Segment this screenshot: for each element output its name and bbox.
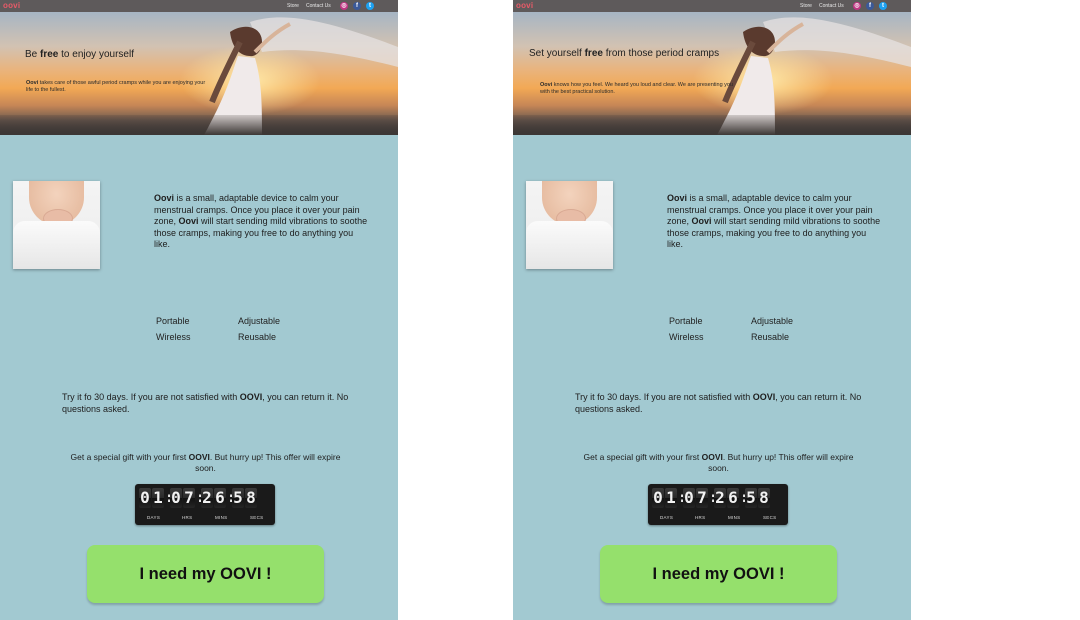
hero-ground	[0, 115, 398, 135]
timer-digit: 6	[214, 488, 226, 508]
timer-label-minutes: MINS	[728, 515, 741, 520]
instagram-icon[interactable]: ◎	[340, 2, 348, 10]
product-description: Oovi is a small, adaptable device to cal…	[154, 193, 368, 249]
top-nav-bar: oovi Store Contact Us ◎ f t	[0, 0, 398, 12]
timer-digit: 0	[652, 488, 664, 508]
timer-digit: 0	[139, 488, 151, 508]
trial-text: Try it fo 30 days. If you are not satisf…	[62, 392, 349, 414]
hero-banner: Be free to enjoy yourself Oovi takes car…	[0, 12, 398, 135]
product-photo	[526, 181, 613, 269]
hero-subtitle: Oovi takes care of those awful period cr…	[26, 80, 206, 93]
nav-contact-link[interactable]: Contact Us	[819, 3, 844, 9]
countdown-timer: 0 1 : 0 7 : 2 6 : 5 8 DAYS HRS MINS SECS	[135, 484, 275, 525]
timer-digit: 5	[745, 488, 757, 508]
feature-portable: Portable	[669, 316, 703, 326]
nav-contact-link[interactable]: Contact Us	[306, 3, 331, 9]
timer-digit: 2	[201, 488, 213, 508]
hero-title: Be free to enjoy yourself	[25, 49, 134, 60]
timer-digit: 2	[714, 488, 726, 508]
instagram-icon[interactable]: ◎	[853, 2, 861, 10]
timer-label-days: DAYS	[660, 515, 674, 520]
timer-digit: 8	[758, 488, 770, 508]
timer-label-minutes: MINS	[215, 515, 228, 520]
timer-digit: 1	[152, 488, 164, 508]
hero-banner: Set yourself free from those period cram…	[513, 12, 911, 135]
hero-subtitle: Oovi knows how you feel. We heard you lo…	[540, 82, 734, 95]
timer-label-hours: HRS	[182, 515, 193, 520]
timer-label-hours: HRS	[695, 515, 706, 520]
gift-offer-text: Get a special gift with your first OOVI.…	[70, 452, 341, 473]
product-description: Oovi is a small, adaptable device to cal…	[667, 193, 881, 249]
hero-title: Set yourself free from those period cram…	[529, 48, 720, 59]
trial-text: Try it fo 30 days. If you are not satisf…	[575, 392, 862, 414]
timer-digit: 0	[170, 488, 182, 508]
feature-wireless: Wireless	[156, 332, 191, 342]
landing-variant-a: oovi Store Contact Us ◎ f t Be free to e…	[0, 0, 398, 620]
hero-ground	[513, 115, 911, 135]
twitter-icon[interactable]: t	[879, 2, 887, 10]
nav-store-link[interactable]: Store	[800, 3, 812, 9]
timer-digit: 8	[245, 488, 257, 508]
feature-wireless: Wireless	[669, 332, 704, 342]
top-nav-bar: oovi Store Contact Us ◎ f t	[513, 0, 911, 12]
countdown-timer: 0 1 : 0 7 : 2 6 : 5 8 DAYS HRS MINS SECS	[648, 484, 788, 525]
feature-portable: Portable	[156, 316, 190, 326]
feature-reusable: Reusable	[751, 332, 790, 342]
timer-label-seconds: SECS	[763, 515, 777, 520]
buy-oovi-button[interactable]: I need my OOVI !	[87, 545, 324, 603]
landing-variant-b: oovi Store Contact Us ◎ f t Set yourself…	[513, 0, 911, 620]
facebook-icon[interactable]: f	[353, 2, 361, 10]
timer-digit: 5	[232, 488, 244, 508]
nav-store-link[interactable]: Store	[287, 3, 299, 9]
timer-digit: 7	[696, 488, 708, 508]
feature-reusable: Reusable	[238, 332, 277, 342]
timer-digit: 6	[727, 488, 739, 508]
facebook-icon[interactable]: f	[866, 2, 874, 10]
timer-digit: 0	[683, 488, 695, 508]
timer-label-days: DAYS	[147, 515, 161, 520]
product-photo	[13, 181, 100, 269]
feature-adjustable: Adjustable	[751, 316, 794, 326]
timer-digit: 1	[665, 488, 677, 508]
timer-digit: 7	[183, 488, 195, 508]
timer-label-seconds: SECS	[250, 515, 264, 520]
gift-offer-text: Get a special gift with your first OOVI.…	[583, 452, 854, 473]
feature-adjustable: Adjustable	[238, 316, 281, 326]
oovi-logo[interactable]: oovi	[516, 1, 533, 10]
buy-oovi-button[interactable]: I need my OOVI !	[600, 545, 837, 603]
oovi-logo[interactable]: oovi	[3, 1, 20, 10]
twitter-icon[interactable]: t	[366, 2, 374, 10]
